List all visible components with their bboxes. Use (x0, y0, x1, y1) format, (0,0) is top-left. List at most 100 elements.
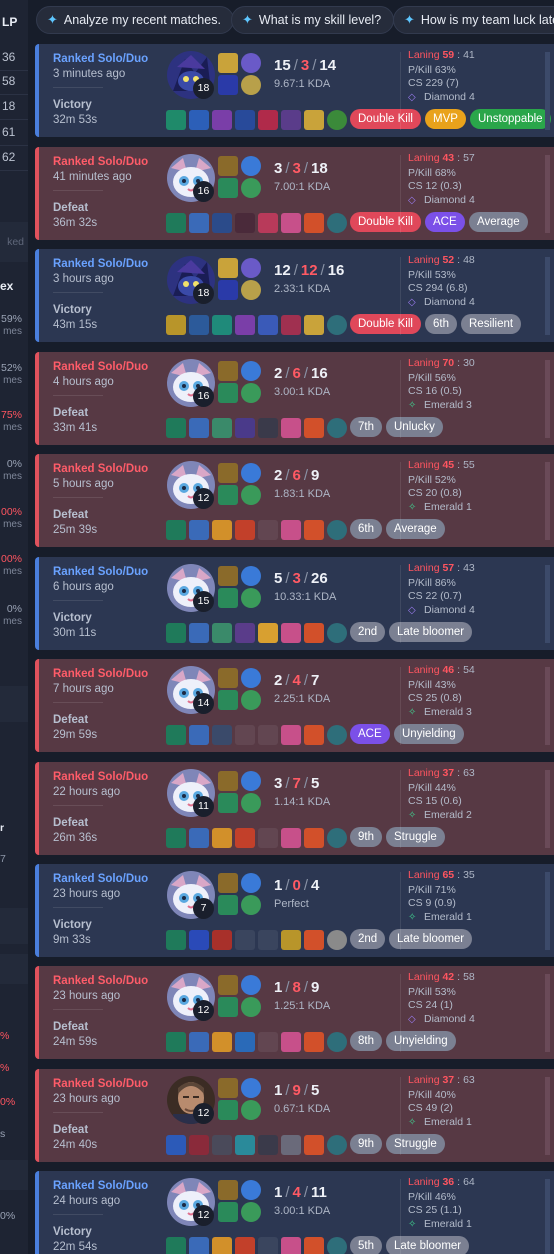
deaths: 4 (292, 672, 301, 689)
laning-opponent-value: 64 (463, 1176, 475, 1188)
achievement-badge: Double Kill (350, 109, 421, 129)
item-icon (235, 520, 255, 540)
diamond-tier-icon: ◇ (408, 605, 416, 616)
kda-ratio: 2.33:1 KDA (274, 283, 331, 295)
assists: 9 (311, 467, 320, 484)
laning-label: Laning (408, 459, 440, 471)
kills: 2 (274, 672, 283, 689)
match-row[interactable]: Ranked Solo/Duo 5 hours ago Defeat 25m 39s 1… (35, 454, 554, 547)
deaths: 6 (292, 365, 301, 382)
item-icon (327, 110, 347, 130)
emerald-tier-icon: ✧ (408, 1219, 417, 1230)
match-row[interactable]: Ranked Solo/Duo 41 minutes ago Defeat 36m 3… (35, 147, 554, 240)
item-icon (189, 1237, 209, 1254)
kills: 1 (274, 979, 283, 996)
stats-divider (400, 770, 401, 848)
item-icon (327, 725, 347, 745)
item-icon (281, 725, 301, 745)
rune-icon (241, 1180, 261, 1200)
item-icon (304, 418, 324, 438)
match-row[interactable]: Ranked Solo/Duo 6 hours ago Victory 30m 11s… (35, 557, 554, 650)
kill-participation: P/Kill 68% (408, 167, 456, 179)
kda-slash: / (285, 1184, 290, 1201)
laning-colon: : (457, 664, 461, 676)
summoner-spell-icon (218, 75, 238, 95)
left-games-count: mes (3, 566, 22, 577)
item-icon (189, 418, 209, 438)
kda-score: 2/6/16 (274, 365, 328, 382)
summoner-spell-icon (218, 771, 238, 791)
match-time-ago: 23 hours ago (53, 888, 121, 900)
average-rank: ✧ Emerald 1 (408, 1218, 472, 1230)
team-portrait-strip (545, 565, 550, 643)
item-icon (166, 828, 186, 848)
laning-value: 46 (442, 664, 455, 676)
achievement-badge: Unstoppable (470, 109, 551, 129)
match-result: Victory (53, 99, 92, 111)
match-time-ago: 6 hours ago (53, 581, 114, 593)
left-winrate: 59% (0, 313, 22, 325)
match-row[interactable]: Ranked Solo/Duo 23 hours ago Defeat 24m 59s… (35, 966, 554, 1059)
achievement-badge: 9th (350, 827, 382, 847)
match-row[interactable]: Ranked Solo/Duo 22 hours ago Defeat 26m 36s… (35, 762, 554, 855)
left-games-count: mes (3, 326, 22, 337)
result-stripe (35, 966, 39, 1059)
achievement-badge: 2nd (350, 622, 386, 642)
kda-slash: / (285, 467, 290, 484)
lp-value: 58 (2, 74, 16, 88)
assists: 14 (319, 57, 337, 74)
queue-type: Ranked Solo/Duo (53, 156, 149, 168)
item-icon (189, 213, 209, 233)
summoner-spell-icon (218, 258, 238, 278)
match-row[interactable]: Ranked Solo/Duo 23 hours ago Victory 9m 33s… (35, 864, 554, 957)
divider (53, 1112, 103, 1113)
team-portrait-strip (545, 360, 550, 438)
match-row[interactable]: Ranked Solo/Duo 7 hours ago Defeat 29m 59s 1… (35, 659, 554, 752)
kill-participation: P/Kill 63% (408, 64, 456, 76)
lp-column-header: LP (2, 15, 18, 29)
divider (53, 600, 103, 601)
rune-icon (241, 53, 261, 73)
average-rank: ◇ Diamond 4 (408, 296, 475, 308)
prompt-chip[interactable]: ✦ Analyze my recent matches. (36, 6, 234, 34)
achievement-badge: Struggle (386, 827, 445, 847)
match-result: Victory (53, 304, 92, 316)
rune-icon (241, 156, 261, 176)
creep-score: CS 25 (1.1) (408, 1204, 462, 1216)
match-result: Defeat (53, 407, 89, 419)
match-row[interactable]: Ranked Solo/Duo 3 hours ago Victory 43m 15s… (35, 249, 554, 342)
team-portrait-strip (545, 1179, 550, 1254)
creep-score: CS 9 (0.9) (408, 897, 456, 909)
item-icon (327, 1135, 347, 1155)
item-icon (281, 418, 301, 438)
match-row[interactable]: Ranked Solo/Duo 4 hours ago Defeat 33m 41s 1… (35, 352, 554, 445)
laning-colon: : (457, 152, 461, 164)
match-row[interactable]: Ranked Solo/Duo 3 minutes ago Victory 32m 5… (35, 44, 554, 137)
match-result: Victory (53, 919, 92, 931)
item-icon (281, 623, 301, 643)
rune-icon (241, 1100, 261, 1120)
achievement-badge: Late bloomer (389, 929, 473, 949)
match-row[interactable]: Ranked Solo/Duo 23 hours ago Defeat 24m 40s… (35, 1069, 554, 1162)
prompt-chip[interactable]: ✦ How is my team luck latel (393, 6, 554, 34)
match-row[interactable]: Ranked Solo/Duo 24 hours ago Victory 22m 54… (35, 1171, 554, 1254)
queue-type: Ranked Solo/Duo (53, 53, 149, 65)
result-stripe (35, 147, 39, 240)
item-icon (235, 1032, 255, 1052)
laning-label: Laning (408, 767, 440, 779)
achievement-badge: Unyielding (394, 724, 464, 744)
item-icon (166, 725, 186, 745)
lp-value: 61 (2, 125, 16, 139)
kda-score: 12/12/16 (274, 262, 344, 279)
average-rank: ◇ Diamond 4 (408, 91, 475, 103)
prompt-chip[interactable]: ✦ What is my skill level? (231, 6, 395, 34)
kda-slash: / (303, 160, 309, 177)
item-icon (166, 315, 186, 335)
champion-level: 18 (193, 283, 214, 304)
item-icon (304, 1237, 324, 1254)
left-winrate: 52% (0, 362, 22, 374)
average-rank: ✧ Emerald 1 (408, 501, 472, 513)
item-icon (235, 623, 255, 643)
item-icon (235, 110, 255, 130)
item-icon (258, 315, 278, 335)
